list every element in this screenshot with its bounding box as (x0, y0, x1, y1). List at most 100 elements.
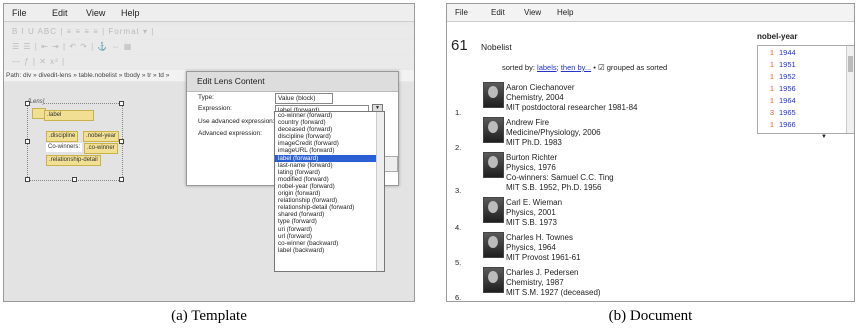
type-select[interactable]: Value (block) (275, 93, 333, 104)
person-name[interactable]: Charles J. Pedersen (506, 268, 578, 278)
type-label: Type: (198, 94, 214, 101)
list-item: 2. Andrew Fire Medicine/Physiology, 2006… (447, 117, 717, 155)
field-co-winner[interactable]: .co-winner (84, 143, 118, 154)
item-count: 61 (451, 37, 468, 54)
list-option[interactable]: discipline (forward) (275, 133, 384, 140)
grouped-checkbox[interactable]: ☑ grouped as sorted (598, 63, 667, 72)
sort-then-by-link[interactable]: then by... (561, 63, 591, 72)
list-option[interactable]: relationship (forward) (275, 197, 384, 204)
resize-handle[interactable] (119, 177, 124, 182)
resize-handle[interactable] (25, 101, 30, 106)
menu-file[interactable]: File (12, 8, 27, 18)
scroll-thumb[interactable] (848, 56, 853, 72)
sorted-by-text: sorted by: (502, 63, 535, 72)
list-option[interactable]: modified (forward) (275, 176, 384, 183)
editor-toolbar-1[interactable]: B I U ABC | ≡ ≡ ≡ ≡ | Format ▾ | (4, 25, 414, 39)
list-option[interactable]: last-name (forward) (275, 162, 384, 169)
field-nobel-year[interactable]: .nobel-year (83, 131, 120, 142)
expression-label: Expression: (198, 105, 232, 112)
list-option[interactable]: imageCredit (forward) (275, 140, 384, 147)
resize-handle[interactable] (25, 177, 30, 182)
list-option[interactable]: lating (forward) (275, 169, 384, 176)
list-option[interactable]: relationship-detail (forward) (275, 204, 384, 211)
resize-handle[interactable] (119, 101, 124, 106)
use-advanced-label: Use advanced expression: (198, 118, 275, 125)
list-option[interactable]: url (forward) (275, 233, 384, 240)
list-option[interactable]: label (backward) (275, 247, 384, 254)
list-option-selected[interactable]: label (forward) (275, 154, 384, 162)
menu-view[interactable]: View (524, 8, 541, 17)
person-discipline: Medicine/Physiology, 2006 (506, 128, 601, 137)
portrait-photo (483, 117, 504, 143)
person-discipline: Physics, 1976 (506, 163, 556, 172)
item-number: 6. (455, 293, 462, 302)
list-item: 5. Charles H. Townes Physics, 1964 MIT P… (447, 232, 717, 270)
item-number: 3. (455, 186, 462, 195)
list-option[interactable]: uri (forward) (275, 226, 384, 233)
editor-toolbar-2[interactable]: ☰ ☰ | ⇤ ⇥ | ↶ ↷ | ⚓ ⇔ ▦ (4, 40, 414, 54)
menu-help[interactable]: Help (557, 8, 573, 17)
facet-row[interactable]: 1 1966 (758, 120, 796, 129)
item-number: 5. (455, 258, 462, 267)
list-option[interactable]: country (forward) (275, 119, 384, 126)
facet-row[interactable]: 1 1952 (758, 72, 796, 81)
list-option[interactable]: co-winner (backward) (275, 240, 384, 247)
facet-list[interactable]: 1 1944 1 1951 1 1952 1 1956 1 1964 3 1965 1 196… (757, 45, 854, 134)
person-name[interactable]: Carl E. Wieman (506, 198, 562, 208)
list-option[interactable]: shared (forward) (275, 211, 384, 218)
lens-label: [Lens] (28, 99, 45, 105)
facet-scrollbar[interactable] (846, 46, 854, 133)
advanced-expression-label: Advanced expression: (198, 130, 262, 137)
list-option[interactable]: imageURL (forward) (275, 147, 384, 154)
list-option[interactable]: nobel-year (forward) (275, 183, 384, 190)
item-number: 2. (455, 143, 462, 152)
nobel-year-facet: nobel-year 1 1944 1 1951 1 1952 1 1956 1 1964… (757, 32, 854, 140)
dialog-title: Edit Lens Content (187, 72, 398, 92)
facet-row[interactable]: 1 1951 (758, 60, 796, 69)
facet-row[interactable]: 1 1944 (758, 48, 796, 57)
expression-options-list[interactable]: co-winner (forward) country (forward) de… (274, 111, 385, 272)
person-name[interactable]: Aaron Ciechanover (506, 83, 574, 93)
list-item: 1. Aaron Ciechanover Chemistry, 2004 MIT… (447, 82, 717, 120)
sort-labels-link[interactable]: labels (537, 63, 557, 72)
resize-handle[interactable] (72, 177, 77, 182)
list-option[interactable]: type (forward) (275, 218, 384, 225)
template-menubar: File Edit View Help (4, 4, 414, 22)
template-panel: File Edit View Help B I U ABC | ≡ ≡ ≡ ≡ … (3, 3, 415, 302)
portrait-photo (483, 232, 504, 258)
menu-help[interactable]: Help (121, 8, 140, 18)
menu-edit[interactable]: Edit (491, 8, 505, 17)
resize-handle[interactable] (119, 139, 124, 144)
field-discipline[interactable]: .discipline (46, 131, 79, 142)
person-detail: MIT Ph.D. 1983 (506, 138, 562, 147)
person-detail: MIT S.B. 1952, Ph.D. 1956 (506, 183, 602, 192)
co-winners-text: Co-winners: (46, 143, 83, 152)
field-label[interactable]: .label (44, 110, 94, 121)
list-item: 4. Carl E. Wieman Physics, 2001 MIT S.B.… (447, 197, 717, 235)
menu-edit[interactable]: Edit (52, 8, 68, 18)
person-cowinners: Co-winners: Samuel C.C. Ting (506, 173, 614, 182)
list-option[interactable]: deceased (forward) (275, 126, 384, 133)
person-name[interactable]: Burton Richter (506, 153, 557, 163)
collection-name: Nobelist (481, 42, 512, 52)
person-detail: MIT S.B. 1973 (506, 218, 557, 227)
list-option[interactable]: co-winner (forward) (275, 112, 384, 119)
person-name[interactable]: Andrew Fire (506, 118, 549, 128)
item-number: 1. (455, 108, 462, 117)
list-option[interactable]: origin (forward) (275, 190, 384, 197)
resize-handle[interactable] (25, 139, 30, 144)
list-item: 3. Burton Richter Physics, 1976 Co-winne… (447, 152, 717, 197)
resize-triangle-icon[interactable]: ▼ (821, 134, 827, 140)
editor-toolbar-3[interactable]: — ƒ | ✕ x² | (4, 55, 414, 69)
menu-file[interactable]: File (455, 8, 468, 17)
list-scrollbar[interactable] (376, 112, 384, 271)
menu-view[interactable]: View (86, 8, 105, 18)
person-detail: MIT postdoctoral researcher 1981-84 (506, 103, 638, 112)
person-name[interactable]: Charles H. Townes (506, 233, 573, 243)
facet-row[interactable]: 3 1965 (758, 108, 796, 117)
facet-row[interactable]: 1 1964 (758, 96, 796, 105)
document-menubar: File Edit View Help (447, 4, 854, 22)
facet-title: nobel-year (757, 32, 798, 41)
field-relationship-detail[interactable]: .relationship-detail (46, 155, 101, 166)
facet-row[interactable]: 1 1956 (758, 84, 796, 93)
